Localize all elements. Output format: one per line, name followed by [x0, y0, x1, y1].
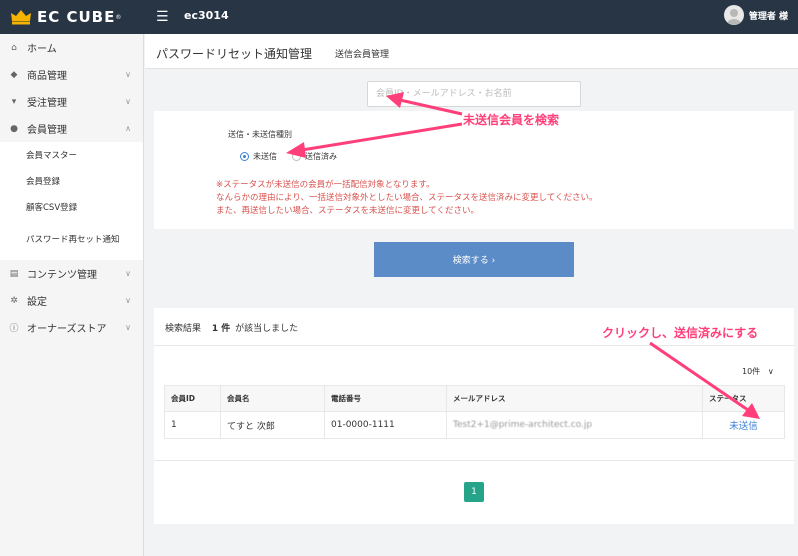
sidebar-item-label: 設定	[27, 297, 47, 308]
cell-id: 1	[164, 411, 221, 439]
sidebar-item-products[interactable]: ◆ 商品管理 ∨	[0, 61, 143, 88]
sidebar-item-label: 会員管理	[27, 125, 67, 136]
results-label: 検索結果	[165, 324, 202, 334]
sidebar-subitem-customer-csv[interactable]: 顧客CSV登録	[0, 194, 143, 220]
results-count: 1 件	[211, 324, 231, 334]
home-icon: ⌂	[11, 42, 17, 53]
page-header: パスワードリセット通知管理 送信会員管理	[145, 34, 798, 69]
radio-dot	[292, 152, 301, 161]
sidebar-item-settings[interactable]: ✲ 設定 ∨	[0, 287, 143, 314]
results-suffix: が該当しました	[235, 324, 299, 334]
logo-text: EC CUBE	[37, 8, 116, 26]
send-type-label: 送信・未送信種別	[228, 130, 292, 139]
divider	[154, 345, 794, 346]
results-summary: 検索結果 1 件 が該当しました	[165, 321, 298, 334]
radio-dot-checked	[240, 152, 249, 161]
page-title: パスワードリセット通知管理	[156, 47, 313, 61]
table-header-row: 会員ID 会員名 電話番号 メールアドレス ステータス	[164, 385, 785, 412]
info-icon: ⓘ	[9, 324, 19, 334]
sidebar-subitem-customer-master[interactable]: 会員マスター	[0, 142, 143, 168]
ec-cube-logo[interactable]: EC CUBE ®	[10, 8, 121, 26]
notice-text: ※ステータスが未送信の会員が一括配信対象となります。 なんらかの理由により、一括…	[216, 179, 598, 218]
sidebar-item-label: 受注管理	[27, 98, 67, 109]
radio-label: 未送信	[253, 152, 277, 161]
sidebar-subitem-label: パスワード再セット通知	[26, 234, 120, 245]
chevron-down-icon: ∨	[125, 70, 131, 79]
search-box	[367, 81, 581, 107]
sidebar-item-home[interactable]: ⌂ ホーム	[0, 34, 143, 61]
users-icon: ●	[10, 123, 18, 134]
sidebar-item-contents[interactable]: ▤ コンテンツ管理 ∨	[0, 260, 143, 287]
column-header: 会員名	[220, 385, 325, 412]
search-button[interactable]: 検索する ›	[374, 242, 574, 277]
sidebar-subitem-password-reset[interactable]: パスワード再セット通知	[0, 220, 143, 260]
sidebar-item-owners-store[interactable]: ⓘ オーナーズストア ∨	[0, 314, 143, 341]
column-header: 会員ID	[164, 385, 221, 412]
page-subtitle: 送信会員管理	[335, 50, 390, 60]
top-header: EC CUBE ® ☰ ec3014 管理者 様	[0, 0, 798, 34]
sidebar-item-orders[interactable]: ▾ 受注管理 ∨	[0, 88, 143, 115]
hamburger-menu-icon[interactable]: ☰	[156, 9, 169, 25]
sidebar-subitem-label: 顧客CSV登録	[26, 203, 78, 213]
cell-name: てすと 次郎	[220, 411, 325, 439]
customers-submenu: 会員マスター 会員登録 顧客CSV登録 パスワード再セット通知	[0, 142, 143, 260]
chevron-down-icon: ∨	[762, 367, 774, 376]
filter-panel: 送信・未送信種別 未送信 送信済み ※ステータスが未送信の会員が一括配信対象とな…	[154, 111, 794, 229]
column-header: メールアドレス	[446, 385, 703, 412]
file-icon: ▤	[9, 268, 19, 279]
sidebar-item-label: コンテンツ管理	[27, 270, 97, 281]
radio-sent[interactable]: 送信済み	[292, 151, 337, 162]
chevron-down-icon: ∨	[125, 323, 131, 332]
sidebar-subitem-customer-register[interactable]: 会員登録	[0, 168, 143, 194]
cell-phone: 01-0000-1111	[324, 411, 447, 439]
sidebar-subitem-label: 会員マスター	[26, 151, 78, 161]
results-table: 会員ID 会員名 電話番号 メールアドレス ステータス 1 てすと 次郎 01-…	[164, 385, 785, 439]
radio-unsent[interactable]: 未送信	[240, 151, 277, 162]
chevron-down-icon: ∨	[125, 97, 131, 106]
table-row: 1 てすと 次郎 01-0000-1111 Test2+1@prime-arch…	[164, 411, 785, 439]
annotation-search-note: 未送信会員を検索	[463, 113, 560, 127]
cart-icon: ▾	[11, 96, 17, 107]
per-page-select[interactable]: 10件 ∨	[742, 366, 774, 377]
search-input[interactable]	[368, 82, 580, 106]
sidebar-item-label: オーナーズストア	[27, 324, 107, 335]
crown-icon	[11, 10, 31, 25]
avatar	[723, 5, 744, 25]
user-menu[interactable]: 管理者 様	[723, 5, 788, 25]
sidebar-item-label: ホーム	[27, 44, 57, 55]
status-link[interactable]: 未送信	[729, 421, 758, 432]
logo-registered-mark: ®	[115, 13, 122, 21]
divider	[154, 460, 794, 461]
shop-name: ec3014	[184, 9, 229, 22]
sidebar: ⌂ ホーム ◆ 商品管理 ∨ ▾ 受注管理 ∨ ● 会員管理 ∧ 会員マスター …	[0, 34, 144, 556]
column-header: 電話番号	[324, 385, 447, 412]
pagination-page-1[interactable]: 1	[464, 482, 484, 502]
sidebar-item-label: 商品管理	[27, 71, 67, 82]
sidebar-item-customers[interactable]: ● 会員管理 ∧	[0, 115, 143, 142]
radio-label: 送信済み	[305, 152, 337, 161]
gear-icon: ✲	[10, 295, 18, 306]
cell-status: 未送信	[702, 411, 785, 439]
per-page-value: 10件	[742, 367, 761, 376]
user-icon	[726, 9, 741, 25]
user-label: 管理者 様	[748, 11, 788, 22]
chevron-down-icon: ∨	[125, 296, 131, 305]
chevron-up-icon: ∧	[125, 124, 131, 133]
notice-line: また、再送信したい場合、ステータスを未送信に変更してください。	[216, 206, 479, 216]
cell-email: Test2+1@prime-architect.co.jp	[446, 411, 703, 439]
notice-line: なんらかの理由により、一括送信対象外としたい場合、ステータスを送信済みに変更して…	[216, 193, 598, 203]
annotation-click-note: クリックし、送信済みにする	[602, 326, 759, 340]
sidebar-subitem-label: 会員登録	[26, 177, 61, 187]
notice-line: ※ステータスが未送信の会員が一括配信対象となります。	[216, 180, 435, 190]
chevron-down-icon: ∨	[125, 269, 131, 278]
tag-icon: ◆	[10, 69, 18, 80]
column-header: ステータス	[702, 385, 785, 412]
